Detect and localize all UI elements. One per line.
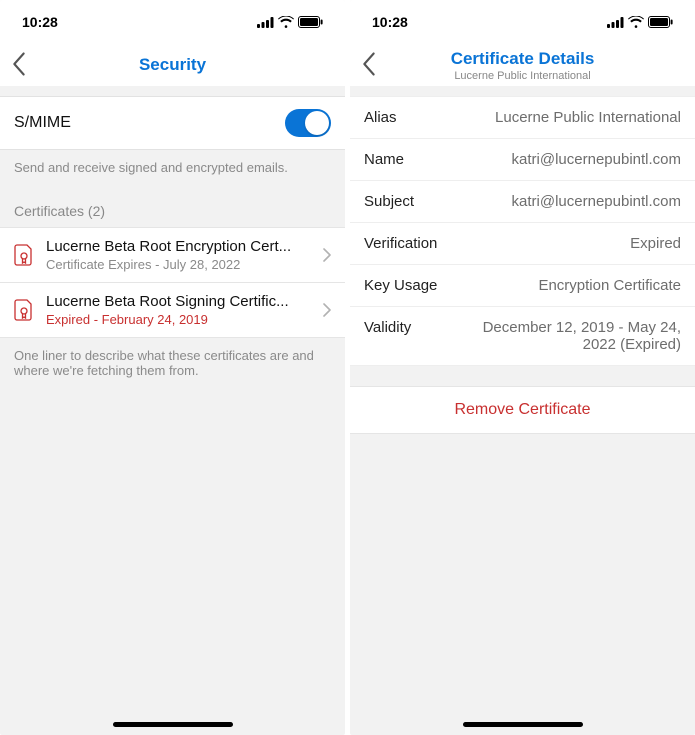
smime-toggle[interactable] <box>285 109 331 137</box>
detail-key: Alias <box>364 109 397 126</box>
remove-certificate-button[interactable]: Remove Certificate <box>350 386 695 434</box>
status-time: 10:28 <box>22 14 58 30</box>
wifi-icon <box>278 16 294 28</box>
detail-value: Encryption Certificate <box>538 277 681 294</box>
status-indicators <box>607 16 673 28</box>
chevron-right-icon <box>323 248 331 262</box>
signal-icon <box>607 17 624 28</box>
chevron-right-icon <box>323 303 331 317</box>
detail-row: Subject katri@lucernepubintl.com <box>350 181 695 223</box>
nav-header: Certificate Details Lucerne Public Inter… <box>350 44 695 86</box>
page-title: Certificate Details <box>451 49 595 69</box>
smime-label: S/MIME <box>14 114 71 132</box>
chevron-left-icon <box>362 52 376 76</box>
back-button[interactable] <box>12 52 26 81</box>
detail-key: Validity <box>364 319 411 336</box>
detail-row: Key Usage Encryption Certificate <box>350 265 695 307</box>
smime-caption: Send and receive signed and encrypted em… <box>0 150 345 189</box>
cert-subtitle: Expired - February 24, 2019 <box>46 312 311 327</box>
certificate-icon <box>14 299 34 321</box>
detail-value: December 12, 2019 - May 24, 2022 (Expire… <box>471 319 681 353</box>
home-indicator[interactable] <box>113 722 233 727</box>
chevron-left-icon <box>12 52 26 76</box>
detail-value: Lucerne Public International <box>495 109 681 126</box>
detail-key: Name <box>364 151 404 168</box>
detail-value: katri@lucernepubintl.com <box>512 151 681 168</box>
status-indicators <box>257 16 323 28</box>
signal-icon <box>257 17 274 28</box>
smime-row: S/MIME <box>0 96 345 150</box>
wifi-icon <box>628 16 644 28</box>
certificate-icon <box>14 244 34 266</box>
status-bar: 10:28 <box>0 0 345 44</box>
detail-key: Verification <box>364 235 437 252</box>
detail-key: Subject <box>364 193 414 210</box>
cert-details-screen: 10:28 Certificate Details Lucerne Public… <box>350 0 695 735</box>
battery-icon <box>648 16 673 28</box>
battery-icon <box>298 16 323 28</box>
detail-value: Expired <box>630 235 681 252</box>
detail-key: Key Usage <box>364 277 437 294</box>
detail-value: katri@lucernepubintl.com <box>512 193 681 210</box>
page-title: Security <box>139 55 206 75</box>
certs-footer: One liner to describe what these certifi… <box>0 338 345 392</box>
detail-row: Validity December 12, 2019 - May 24, 2022… <box>350 307 695 366</box>
cert-title: Lucerne Beta Root Encryption Cert... <box>46 238 311 255</box>
detail-row: Verification Expired <box>350 223 695 265</box>
back-button[interactable] <box>362 52 376 81</box>
detail-row: Name katri@lucernepubintl.com <box>350 139 695 181</box>
status-time: 10:28 <box>372 14 408 30</box>
cert-subtitle: Certificate Expires - July 28, 2022 <box>46 257 311 272</box>
home-indicator[interactable] <box>463 722 583 727</box>
cert-row[interactable]: Lucerne Beta Root Signing Certific... Exp… <box>0 282 345 338</box>
security-screen: 10:28 Security S/MIME Send and receive s… <box>0 0 345 735</box>
page-subtitle: Lucerne Public International <box>454 70 590 82</box>
cert-title: Lucerne Beta Root Signing Certific... <box>46 293 311 310</box>
nav-header: Security <box>0 44 345 86</box>
status-bar: 10:28 <box>350 0 695 44</box>
certs-section-header: Certificates (2) <box>0 189 345 227</box>
cert-row[interactable]: Lucerne Beta Root Encryption Cert... Cert… <box>0 227 345 282</box>
detail-row: Alias Lucerne Public International <box>350 96 695 139</box>
